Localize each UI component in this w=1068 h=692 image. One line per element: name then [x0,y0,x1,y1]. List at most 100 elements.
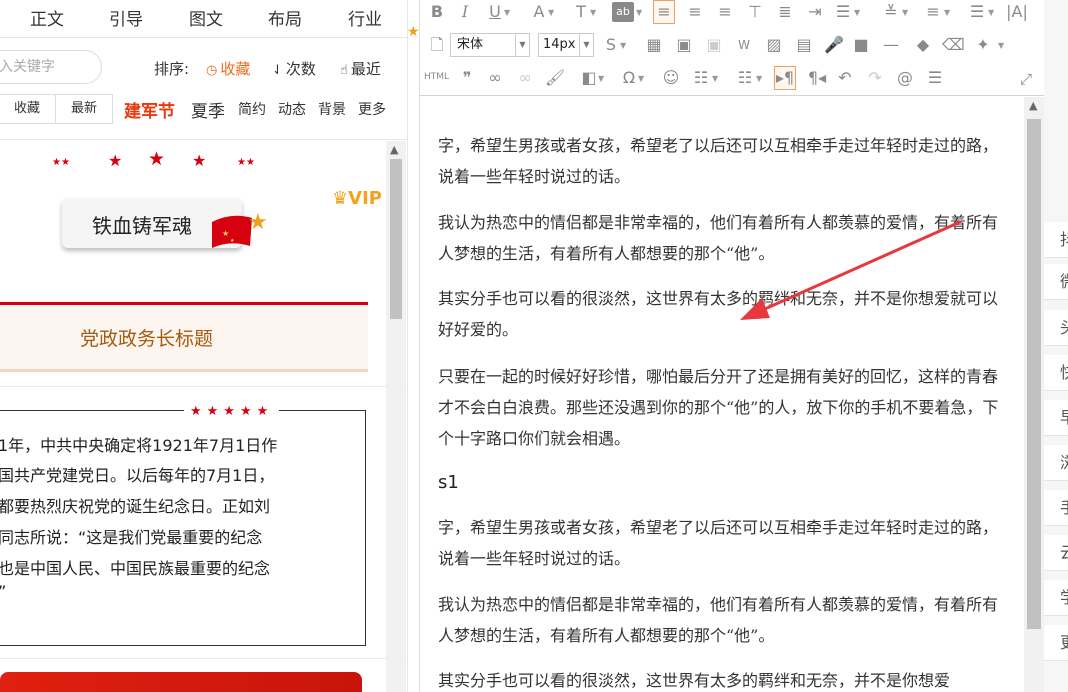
paragraph[interactable]: 其实分手也可以看的很淡然，这世界有太多的羁绊和无奈，并不是你想爱 [438,665,1006,692]
editor-scrollbar[interactable]: ▲ [1024,97,1044,692]
tab-favorites[interactable]: 收藏 [0,94,56,124]
align-right-icon[interactable]: ≡ [714,2,736,22]
tag-army-day[interactable]: 建军节 [124,97,175,122]
bold-icon[interactable]: B [426,2,448,22]
link-icon[interactable]: ∞ [484,68,506,88]
line-spacing-icon[interactable]: ☰ [832,2,854,22]
nav-tab-layout[interactable]: 布局 [268,5,302,30]
undo-icon[interactable]: ↶ [834,68,856,88]
side-item[interactable]: 浏 [1044,445,1068,481]
indent-icon[interactable]: ⇥ [804,2,826,22]
side-item[interactable]: 抖 [1044,222,1068,258]
magic-wand-icon[interactable]: ✦ [972,35,994,55]
nav-tab-industry[interactable]: 行业 [348,5,382,30]
search-replace-icon[interactable]: @ [894,68,916,88]
sort-recent[interactable]: ☝ 最近 [340,58,381,79]
emoji-icon[interactable]: ☺ [660,68,682,88]
chevron-down-icon[interactable]: ▼ [988,8,994,17]
side-item[interactable]: 早 [1044,400,1068,436]
chevron-down-icon[interactable]: ▼ [638,74,644,83]
tag-simple[interactable]: 简约 [238,99,266,119]
chevron-down-icon[interactable]: ▼ [756,74,762,83]
scrollbar-thumb[interactable] [1027,119,1041,629]
quote-icon[interactable]: ❞ [456,68,478,88]
fill-color-icon[interactable]: ◧ [578,68,600,88]
tab-newest[interactable]: 最新 [55,94,113,124]
video-icon[interactable]: ■ [850,35,872,55]
justify-icon[interactable]: ≣ [774,2,796,22]
picture-icon[interactable]: ▨ [763,35,785,55]
scroll-up-icon[interactable]: ▲ [390,143,398,156]
microphone-icon[interactable]: 🎤 [823,35,845,55]
paragraph[interactable]: 我认为热恋中的情侣都是非常幸福的，他们有着所有人都羡慕的爱情，有着所有人梦想的生… [438,207,1006,269]
tag-icon[interactable]: ◆ [912,35,934,55]
chevron-down-icon[interactable]: ▼ [590,8,596,17]
align-top-icon[interactable]: ⊤ [744,2,766,22]
table-icon[interactable]: ▦ [643,35,665,55]
gallery-icon[interactable]: ▤ [793,35,815,55]
chevron-down-icon[interactable]: ▼ [712,74,718,83]
image-icon[interactable]: ▣ [673,35,695,55]
chevron-down-icon[interactable]: ▼ [548,8,554,17]
word-import-icon[interactable]: W [733,35,755,55]
tag-background[interactable]: 背景 [318,99,346,119]
side-item[interactable]: 头 [1044,310,1068,346]
strikethrough-icon[interactable]: S [600,35,622,55]
italic-icon[interactable]: I [454,2,476,22]
nav-tab-body[interactable]: 正文 [30,5,64,30]
sort-count[interactable]: ⇃ 次数 [272,58,316,79]
list-spacing-icon[interactable]: ≡ [922,2,944,22]
fullscreen-icon[interactable]: ⤢ [1020,70,1032,88]
chevron-down-icon[interactable]: ▼ [504,8,510,17]
align-center-icon[interactable]: ≡ [684,2,706,22]
chevron-down-icon[interactable]: ▼ [620,41,626,50]
font-color-icon[interactable]: A [528,2,550,22]
paragraph[interactable]: 字，希望生男孩或者女孩，希望老了以后还可以互相牵手走过年轻时走过的路，说着一些年… [438,130,1006,192]
font-size-select[interactable]: 14px ▼ [538,33,594,57]
horizontal-rule-icon[interactable]: — [880,35,902,55]
row-spacing-icon[interactable]: ☰ [966,2,988,22]
new-document-icon[interactable]: 🗋 [426,35,448,55]
tag-more[interactable]: 更多 [358,99,386,119]
chevron-down-icon[interactable]: ▼ [636,8,642,17]
side-item[interactable]: 手 [1044,490,1068,526]
special-char-icon[interactable]: Ω [618,68,640,88]
sort-favorites[interactable]: ◷ 收藏 [206,58,250,79]
ltr-direction-icon[interactable]: ▸¶ [774,66,796,90]
tag-animated[interactable]: 动态 [278,99,306,119]
chevron-down-icon[interactable]: ▼ [998,41,1004,50]
background-color-icon[interactable]: ab [612,2,634,22]
heading[interactable]: s1 [438,472,459,493]
side-item[interactable]: 快 [1044,355,1068,391]
html-source-button[interactable]: HTML [424,72,449,82]
ordered-list-icon[interactable]: ☷ [690,68,712,88]
editor-content[interactable]: 字，希望生男孩或者女孩，希望老了以后还可以互相牵手走过年轻时走过的路，说着一些年… [420,97,1024,692]
scroll-up-icon[interactable]: ▲ [1029,99,1037,112]
left-scrollbar[interactable]: ▲ [386,141,406,692]
template-red-banner[interactable] [0,672,362,692]
side-item[interactable]: 更 [1044,625,1068,661]
side-item[interactable]: 微 [1044,264,1068,300]
chevron-down-icon[interactable]: ▼ [944,8,950,17]
chevron-down-icon[interactable]: ▼ [902,8,908,17]
scrollbar-thumb[interactable] [390,159,402,319]
search-input[interactable]: 入关键字 [0,50,102,84]
align-left-icon[interactable]: ≡ [653,0,675,24]
text-style-icon[interactable]: T [570,2,592,22]
underline-icon[interactable]: U [484,2,506,22]
paragraph[interactable]: 字，希望生男孩或者女孩，希望老了以后还可以互相牵手走过年轻时走过的路，说着一些年… [438,512,1006,574]
chevron-down-icon[interactable]: ▼ [515,34,529,56]
side-item[interactable]: 学 [1044,580,1068,616]
paragraph[interactable]: 只要在一起的时候好好珍惜，哪怕最后分开了还是拥有美好的回忆，这样的青春才不会白白… [438,361,1006,454]
paragraph[interactable]: 我认为热恋中的情侣都是非常幸福的，他们有着所有人都羡慕的爱情，有着所有人梦想的生… [438,589,1006,651]
tag-summer[interactable]: 夏季 [191,97,225,122]
chevron-down-icon[interactable]: ▼ [854,8,860,17]
font-family-select[interactable]: 宋体 ▼ [450,33,530,57]
chevron-down-icon[interactable]: ▼ [598,74,604,83]
paragraph[interactable]: 其实分手也可以看的很淡然，这世界有太多的羁绊和无奈，并不是你想爱就可以好好爱的。 [438,283,1006,345]
unordered-list-icon[interactable]: ☷ [734,68,756,88]
format-painter-icon[interactable]: 🖌 [544,68,566,88]
chevron-down-icon[interactable]: ▼ [579,34,593,56]
text-direction-icon[interactable]: |A| [1006,2,1028,22]
rtl-direction-icon[interactable]: ¶◂ [806,68,828,88]
